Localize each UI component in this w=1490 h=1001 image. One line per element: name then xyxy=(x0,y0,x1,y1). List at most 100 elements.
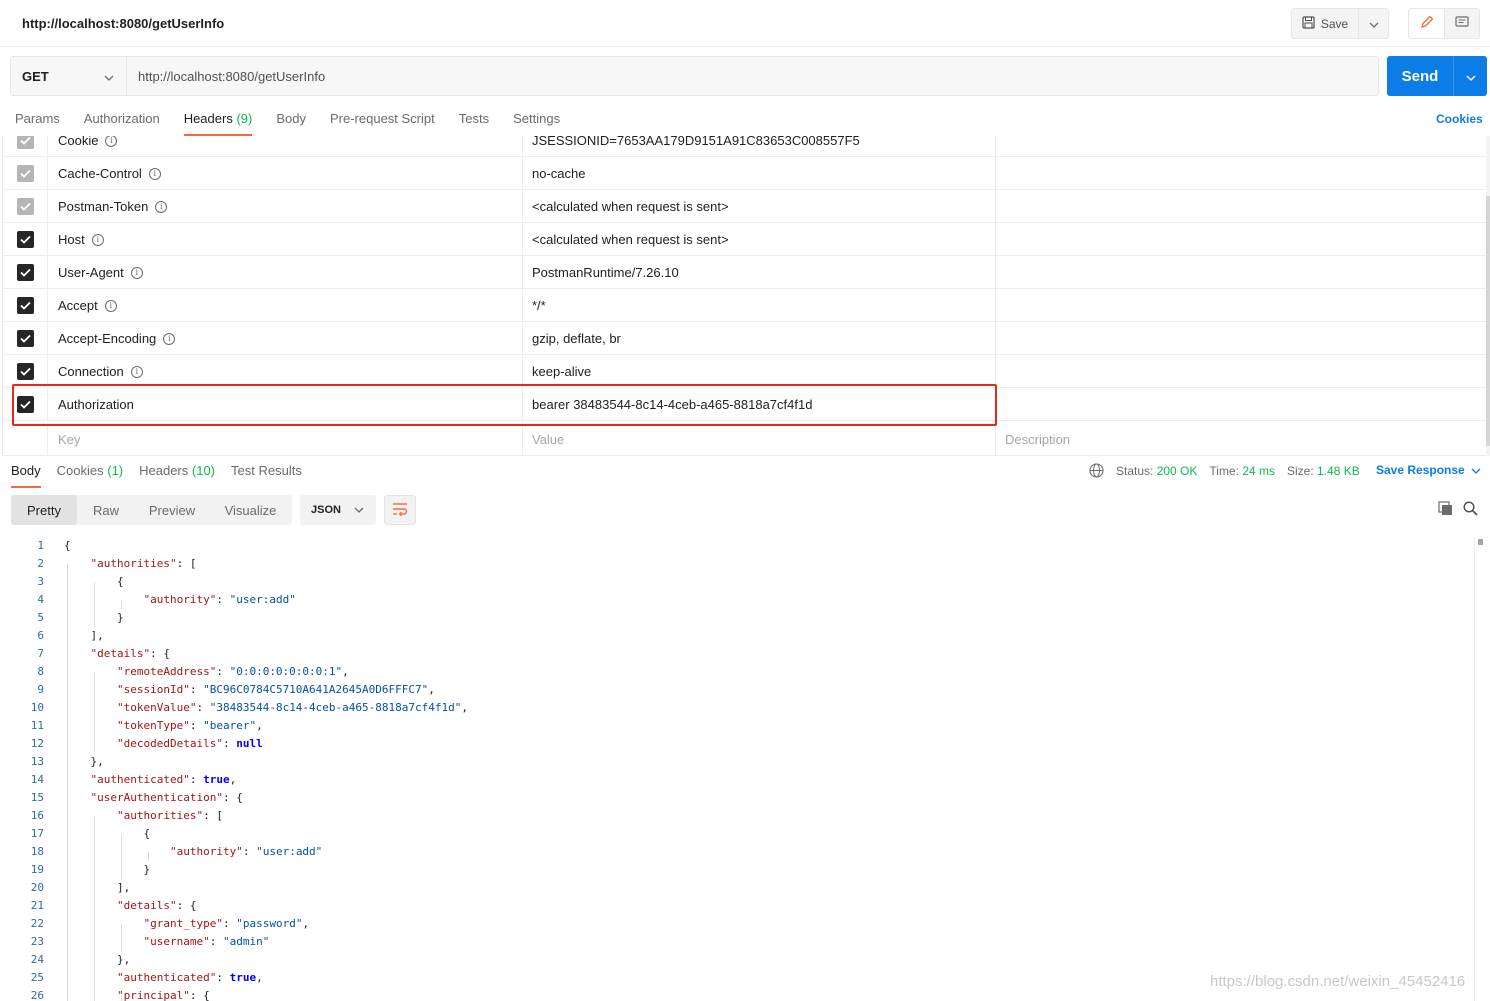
info-icon[interactable]: i xyxy=(130,266,143,279)
editor-scrollbar-thumb[interactable] xyxy=(1478,539,1483,545)
chevron-down-icon xyxy=(1369,16,1379,31)
header-checkbox-cell xyxy=(3,388,48,420)
search-button[interactable] xyxy=(1463,501,1478,519)
header-enabled-checkbox[interactable] xyxy=(16,230,34,248)
header-description[interactable] xyxy=(996,136,1486,156)
url-input[interactable] xyxy=(127,57,1378,95)
header-key[interactable]: Connection i xyxy=(58,364,143,379)
save-response-button[interactable]: Save Response xyxy=(1376,463,1481,477)
code-line: 18 "authority": "user:add" xyxy=(0,843,1474,861)
info-icon[interactable]: i xyxy=(155,200,168,213)
tab-test-results[interactable]: Test Results xyxy=(231,463,302,488)
line-number: 21 xyxy=(30,899,44,912)
send-button[interactable]: Send xyxy=(1387,56,1453,96)
tab-pre-request-script[interactable]: Pre-request Script xyxy=(330,111,435,136)
header-value[interactable]: keep-alive xyxy=(522,355,996,387)
header-key[interactable]: Host i xyxy=(58,232,104,247)
tab-headers[interactable]: Headers (9) xyxy=(183,111,253,136)
header-description[interactable] xyxy=(996,355,1486,387)
header-value[interactable]: gzip, deflate, br xyxy=(522,322,996,354)
tab-response-headers[interactable]: Headers (10) xyxy=(139,463,215,488)
header-key-text: User-Agent xyxy=(58,265,124,280)
view-pretty[interactable]: Pretty xyxy=(11,495,77,525)
header-row: Cache-Control i no-cache xyxy=(3,157,1486,190)
header-key-text: Cookie xyxy=(58,136,99,148)
wrap-lines-button[interactable] xyxy=(384,495,416,525)
header-description[interactable] xyxy=(996,388,1486,420)
new-description-input[interactable]: Description xyxy=(996,423,1486,455)
header-value[interactable]: PostmanRuntime/7.26.10 xyxy=(522,256,996,288)
copy-button[interactable] xyxy=(1438,501,1453,519)
header-key[interactable]: Postman-Token i xyxy=(58,199,168,214)
header-value[interactable]: JSESSIONID=7653AA179D9151A91C83653C00855… xyxy=(522,136,996,156)
new-value-input[interactable]: Value xyxy=(522,423,996,455)
request-scrollbar-thumb[interactable] xyxy=(1486,196,1490,446)
title-bar: http://localhost:8080/getUserInfo Save xyxy=(0,0,1490,47)
header-enabled-checkbox[interactable] xyxy=(16,395,34,413)
code-line: 19 } xyxy=(0,861,1474,879)
header-key[interactable]: Authorization xyxy=(58,397,134,412)
tab-response-cookies[interactable]: Cookies (1) xyxy=(57,463,123,488)
info-icon[interactable]: i xyxy=(163,332,176,345)
tab-settings[interactable]: Settings xyxy=(513,111,560,136)
comments-button[interactable] xyxy=(1445,9,1479,38)
header-value[interactable]: no-cache xyxy=(522,157,996,189)
save-options-button[interactable] xyxy=(1358,9,1388,38)
header-key[interactable]: Cache-Control i xyxy=(58,166,161,181)
header-enabled-checkbox[interactable] xyxy=(16,263,34,281)
code-text: "userAuthentication": { xyxy=(90,791,243,804)
info-icon[interactable]: i xyxy=(130,365,143,378)
send-options-button[interactable] xyxy=(1453,56,1487,96)
header-description[interactable] xyxy=(996,223,1486,255)
header-description[interactable] xyxy=(996,256,1486,288)
header-description[interactable] xyxy=(996,289,1486,321)
method-select[interactable]: GET xyxy=(11,57,127,95)
tab-params[interactable]: Params xyxy=(15,111,60,136)
header-description[interactable] xyxy=(996,157,1486,189)
tab-headers-count: (9) xyxy=(236,111,253,126)
tab-body[interactable]: Body xyxy=(276,111,306,136)
response-body-editor[interactable]: 1{2 "authorities": [3 {4 "authority": "u… xyxy=(0,537,1474,1001)
header-key[interactable]: Cookie i xyxy=(58,136,118,148)
header-value[interactable]: <calculated when request is sent> xyxy=(522,190,996,222)
save-button[interactable]: Save xyxy=(1292,9,1358,38)
header-enabled-checkbox[interactable] xyxy=(16,362,34,380)
header-value[interactable]: */* xyxy=(522,289,996,321)
code-text: { xyxy=(64,827,151,840)
tab-authorization[interactable]: Authorization xyxy=(84,111,160,136)
code-line: 22 "grant_type": "password", xyxy=(0,915,1474,933)
code-text: } xyxy=(64,611,124,624)
header-description[interactable] xyxy=(996,322,1486,354)
response-format-select[interactable]: JSON xyxy=(300,495,376,525)
view-preview[interactable]: Preview xyxy=(135,495,209,525)
header-key[interactable]: User-Agent i xyxy=(58,265,143,280)
size-value: 1.48 KB xyxy=(1317,463,1360,478)
info-icon[interactable]: i xyxy=(105,136,118,147)
header-key[interactable]: Accept-Encoding i xyxy=(58,331,176,346)
header-description[interactable] xyxy=(996,190,1486,222)
line-number: 26 xyxy=(30,989,44,1001)
new-key-input[interactable]: Key xyxy=(58,432,80,447)
tab-response-body[interactable]: Body xyxy=(11,463,41,488)
globe-icon[interactable] xyxy=(1089,463,1104,478)
view-raw[interactable]: Raw xyxy=(77,495,135,525)
edit-button[interactable] xyxy=(1409,9,1445,38)
info-icon[interactable]: i xyxy=(91,233,104,246)
header-enabled-checkbox[interactable] xyxy=(16,329,34,347)
check-icon xyxy=(19,232,31,247)
line-number: 23 xyxy=(30,935,44,948)
request-scrollbar[interactable] xyxy=(1486,136,1490,456)
line-number: 20 xyxy=(30,881,44,894)
code-line: 16 "authorities": [ xyxy=(0,807,1474,825)
editor-scrollbar[interactable] xyxy=(1474,537,1484,1001)
tab-tests[interactable]: Tests xyxy=(459,111,489,136)
header-enabled-checkbox[interactable] xyxy=(16,296,34,314)
cookies-link[interactable]: Cookies xyxy=(1436,112,1483,126)
header-key[interactable]: Accept i xyxy=(58,298,117,313)
info-icon[interactable]: i xyxy=(148,167,161,180)
header-value[interactable]: bearer 38483544-8c14-4ceb-a465-8818a7cf4… xyxy=(522,388,996,420)
header-value[interactable]: <calculated when request is sent> xyxy=(522,223,996,255)
response-status-bar: Status: 200 OK Time: 24 ms Size: 1.48 KB xyxy=(1089,463,1372,478)
view-visualize[interactable]: Visualize xyxy=(209,495,292,525)
info-icon[interactable]: i xyxy=(104,299,117,312)
